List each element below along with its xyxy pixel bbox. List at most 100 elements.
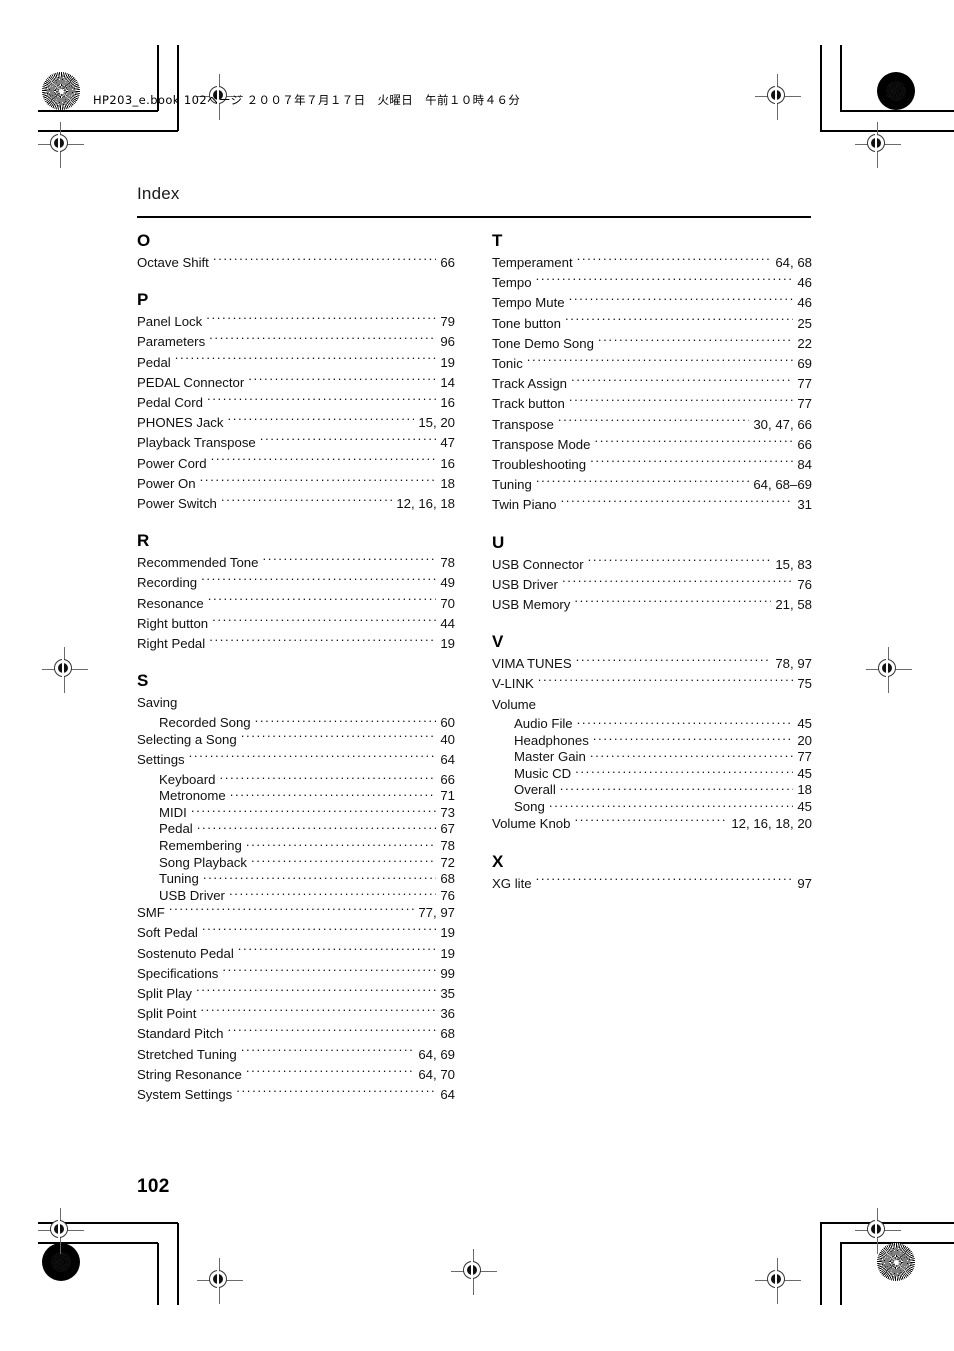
index-entry[interactable]: System Settings 64 bbox=[137, 1085, 455, 1105]
index-entry[interactable]: Standard Pitch 68 bbox=[137, 1024, 455, 1044]
index-subentry[interactable]: Metronome 71 bbox=[137, 787, 455, 804]
index-entry-term: MIDI bbox=[159, 804, 187, 820]
index-subentry[interactable]: Headphones 20 bbox=[492, 731, 812, 748]
crop-mark-top-left-h bbox=[38, 110, 158, 112]
index-entry[interactable]: Right button 44 bbox=[137, 614, 455, 634]
index-entry-term: Pedal bbox=[137, 354, 171, 370]
index-entry[interactable]: Stretched Tuning 64, 69 bbox=[137, 1045, 455, 1065]
index-entry[interactable]: Volume Knob 12, 16, 18, 20 bbox=[492, 814, 812, 834]
index-entry[interactable]: Troubleshooting 84 bbox=[492, 455, 812, 475]
crop-mark-bottom-right-v bbox=[840, 1243, 842, 1305]
index-entry-term: Transpose bbox=[492, 416, 554, 432]
dot-leader bbox=[175, 353, 437, 366]
index-entry[interactable]: PHONES Jack 15, 20 bbox=[137, 413, 455, 433]
dot-leader bbox=[236, 1086, 436, 1099]
index-entry[interactable]: Saving bbox=[137, 693, 455, 713]
index-subentry[interactable]: Song 45 bbox=[492, 798, 812, 815]
index-entry-term: Twin Piano bbox=[492, 497, 557, 513]
index-entry-term: Resonance bbox=[137, 595, 204, 611]
index-entry[interactable]: USB Connector 15, 83 bbox=[492, 555, 812, 575]
index-entry[interactable]: Playback Transpose 47 bbox=[137, 433, 455, 453]
index-subentry[interactable]: Master Gain 77 bbox=[492, 748, 812, 765]
index-entry[interactable]: Tuning 64, 68–69 bbox=[492, 475, 812, 495]
dot-leader bbox=[574, 815, 727, 828]
dot-leader bbox=[558, 415, 750, 428]
index-column-right: T Temperament 64, 68 Tempo 46 Tempo Mute 46 Ton… bbox=[492, 232, 812, 894]
dot-leader bbox=[246, 1066, 414, 1079]
index-entry[interactable]: Right Pedal 19 bbox=[137, 634, 455, 654]
index-subentry[interactable]: Tuning 68 bbox=[137, 870, 455, 887]
dot-leader bbox=[207, 394, 436, 407]
index-entry[interactable]: Resonance 70 bbox=[137, 594, 455, 614]
index-entry[interactable]: Pedal Cord 16 bbox=[137, 393, 455, 413]
index-subentry[interactable]: Remembering 78 bbox=[137, 837, 455, 854]
index-entry-term: USB Driver bbox=[492, 576, 558, 592]
index-entry[interactable]: USB Driver 76 bbox=[492, 575, 812, 595]
index-subentry[interactable]: USB Driver 76 bbox=[137, 887, 455, 904]
index-entry-term: Audio File bbox=[514, 716, 573, 732]
index-entry[interactable]: Power Cord 16 bbox=[137, 454, 455, 474]
index-entry-page-numbers: 97 bbox=[797, 875, 812, 891]
index-subentry[interactable]: Audio File 45 bbox=[492, 715, 812, 732]
dot-leader bbox=[593, 731, 794, 744]
index-entry[interactable]: USB Memory 21, 58 bbox=[492, 595, 812, 615]
index-entry[interactable]: Selecting a Song 40 bbox=[137, 730, 455, 750]
dot-leader bbox=[571, 375, 793, 388]
index-entry[interactable]: Temperament 64, 68 bbox=[492, 253, 812, 273]
index-entry[interactable]: Twin Piano 31 bbox=[492, 495, 812, 515]
index-subentry[interactable]: Pedal 67 bbox=[137, 820, 455, 837]
index-entry-page-numbers: 49 bbox=[440, 575, 455, 591]
crop-mark-top-right-v2 bbox=[820, 45, 822, 131]
index-entry[interactable]: Tone button 25 bbox=[492, 314, 812, 334]
index-entry[interactable]: Volume bbox=[492, 695, 812, 715]
index-entry[interactable]: Recommended Tone 78 bbox=[137, 553, 455, 573]
index-entry[interactable]: Split Play 35 bbox=[137, 984, 455, 1004]
index-entry[interactable]: Parameters 96 bbox=[137, 332, 455, 352]
index-entry[interactable]: Track Assign 77 bbox=[492, 374, 812, 394]
index-entry[interactable]: PEDAL Connector 14 bbox=[137, 373, 455, 393]
index-entry[interactable]: Panel Lock 79 bbox=[137, 312, 455, 332]
index-entry-term: Pedal bbox=[159, 821, 193, 837]
index-entry[interactable]: XG lite 97 bbox=[492, 874, 812, 894]
index-entry[interactable]: Track button 77 bbox=[492, 394, 812, 414]
dot-leader bbox=[251, 853, 436, 866]
index-subentry[interactable]: Overall 18 bbox=[492, 781, 812, 798]
index-entry-page-numbers: 47 bbox=[440, 435, 455, 451]
index-entry[interactable]: Tempo 46 bbox=[492, 273, 812, 293]
index-subentry[interactable]: Music CD 45 bbox=[492, 765, 812, 782]
index-entry[interactable]: Tone Demo Song 22 bbox=[492, 334, 812, 354]
index-subentry[interactable]: Song Playback 72 bbox=[137, 853, 455, 870]
dot-leader bbox=[561, 496, 794, 509]
index-entry-term: Split Point bbox=[137, 1006, 197, 1022]
index-entry[interactable]: Power Switch 12, 16, 18 bbox=[137, 494, 455, 514]
index-entry[interactable]: Transpose Mode 66 bbox=[492, 435, 812, 455]
index-subentry[interactable]: MIDI 73 bbox=[137, 804, 455, 821]
index-entry-term: Playback Transpose bbox=[137, 435, 256, 451]
index-entry[interactable]: Sostenuto Pedal 19 bbox=[137, 944, 455, 964]
index-entry[interactable]: String Resonance 64, 70 bbox=[137, 1065, 455, 1085]
index-entry[interactable]: Specifications 99 bbox=[137, 964, 455, 984]
index-entry-term: Keyboard bbox=[159, 771, 216, 787]
index-entry[interactable]: Transpose 30, 47, 66 bbox=[492, 415, 812, 435]
index-subentry[interactable]: Keyboard 66 bbox=[137, 770, 455, 787]
dot-leader bbox=[209, 635, 436, 648]
index-subentry[interactable]: Recorded Song 60 bbox=[137, 713, 455, 730]
dot-leader bbox=[565, 314, 793, 327]
index-entry[interactable]: Settings 64 bbox=[137, 750, 455, 770]
index-entry-term: Octave Shift bbox=[137, 255, 209, 270]
index-entry[interactable]: Split Point 36 bbox=[137, 1004, 455, 1024]
index-entry[interactable]: VIMA TUNES 78, 97 bbox=[492, 654, 812, 674]
index-entry-page-numbers: 31 bbox=[797, 497, 812, 513]
index-entry[interactable]: Soft Pedal 19 bbox=[137, 923, 455, 943]
index-entry[interactable]: Octave Shift 66 bbox=[137, 253, 455, 273]
index-entry-page-numbers: 64, 68 bbox=[775, 255, 812, 270]
index-entry[interactable]: Tempo Mute 46 bbox=[492, 293, 812, 313]
index-entry[interactable]: Tonic 69 bbox=[492, 354, 812, 374]
index-entry[interactable]: V-LINK 75 bbox=[492, 674, 812, 694]
index-entry[interactable]: Pedal 19 bbox=[137, 353, 455, 373]
index-entry[interactable]: SMF 77, 97 bbox=[137, 903, 455, 923]
index-entry-term: Headphones bbox=[514, 732, 589, 748]
index-section-letter: V bbox=[492, 632, 504, 652]
index-entry[interactable]: Recording 49 bbox=[137, 573, 455, 593]
index-entry[interactable]: Power On 18 bbox=[137, 474, 455, 494]
